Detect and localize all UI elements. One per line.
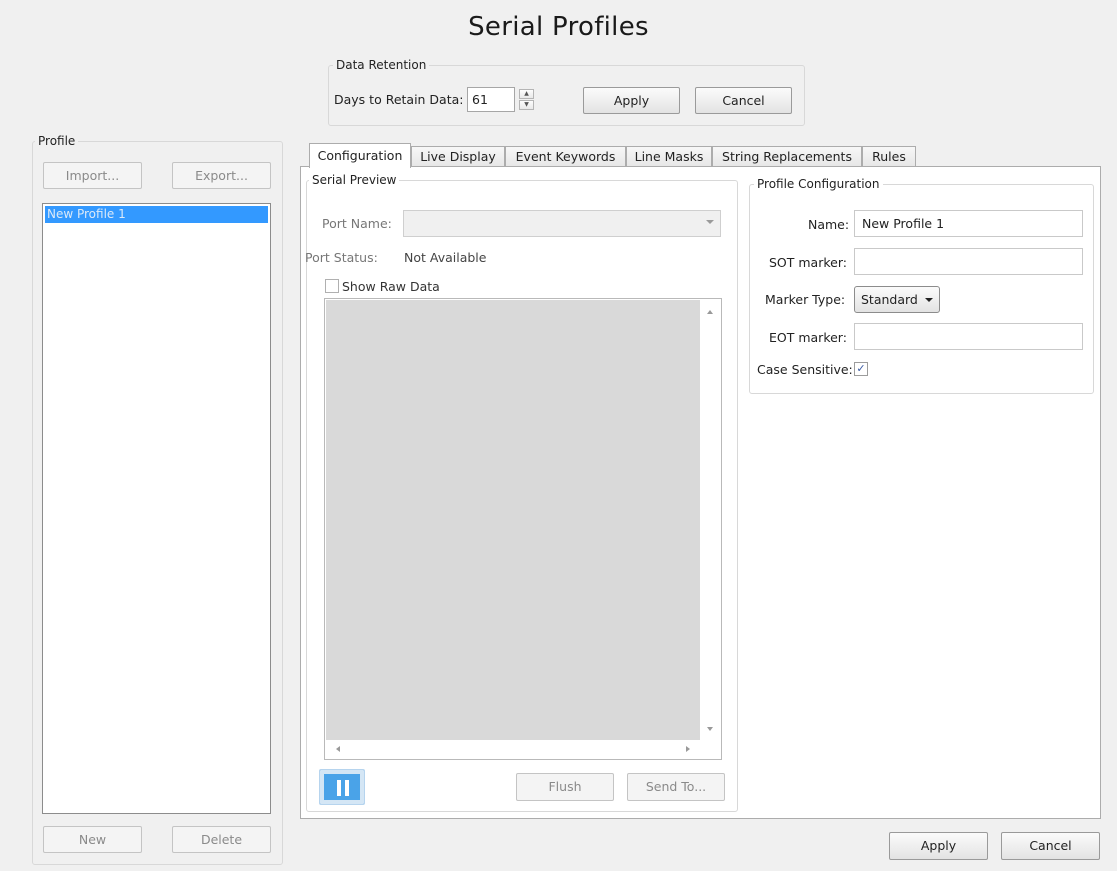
marker-type-dropdown[interactable]: Standard [854,286,940,313]
days-spinner-down[interactable]: ▼ [519,100,534,110]
sot-marker-input[interactable] [854,248,1083,275]
tab-live-display[interactable]: Live Display [411,146,505,167]
serial-preview-area[interactable] [324,298,722,760]
scroll-right-icon[interactable] [686,746,690,752]
port-name-dropdown[interactable] [403,210,721,237]
horizontal-scrollbar[interactable] [326,741,700,758]
days-spinner-up[interactable]: ▲ [519,89,534,99]
tab-event-keywords[interactable]: Event Keywords [505,146,626,167]
delete-profile-button[interactable]: Delete [172,826,271,853]
days-to-retain-input[interactable]: 61 [467,87,515,112]
checkmark-icon: ✓ [856,362,866,375]
page-title: Serial Profiles [468,12,649,42]
tab-rules[interactable]: Rules [862,146,916,167]
sot-marker-label: SOT marker: [769,255,847,270]
data-retention-legend: Data Retention [336,58,427,72]
scroll-up-icon[interactable] [707,310,713,314]
export-button[interactable]: Export... [172,162,271,189]
chevron-down-icon [925,298,933,302]
chevron-down-icon [706,220,714,224]
show-raw-data-label[interactable]: Show Raw Data [342,279,440,294]
name-label: Name: [808,217,850,232]
scroll-down-icon[interactable] [707,727,713,731]
send-to-button[interactable]: Send To... [627,773,725,801]
tab-configuration[interactable]: Configuration [309,143,411,168]
marker-type-value: Standard [861,292,918,307]
port-name-label: Port Name: [322,216,392,231]
port-status-value: Not Available [404,250,487,265]
profile-configuration-legend: Profile Configuration [757,177,880,191]
scroll-left-icon[interactable] [336,746,340,752]
profile-legend: Profile [38,134,76,148]
days-to-retain-label: Days to Retain Data: [334,92,464,107]
footer-apply-button[interactable]: Apply [889,832,988,860]
tab-line-masks[interactable]: Line Masks [626,146,712,167]
case-sensitive-checkbox[interactable]: ✓ [854,362,868,376]
pause-button[interactable] [319,769,365,805]
footer-cancel-button[interactable]: Cancel [1001,832,1100,860]
case-sensitive-label: Case Sensitive: [757,362,853,377]
preview-content [326,300,700,740]
pause-icon-bar [345,780,349,796]
show-raw-data-checkbox[interactable] [325,279,339,293]
serial-preview-legend: Serial Preview [312,173,397,187]
eot-marker-label: EOT marker: [769,330,847,345]
pause-icon [337,780,341,796]
flush-button[interactable]: Flush [516,773,614,801]
profile-list-item[interactable]: New Profile 1 [45,206,268,223]
port-status-label: Port Status: [305,250,378,265]
import-button[interactable]: Import... [43,162,142,189]
vertical-scrollbar[interactable] [702,300,720,740]
tab-string-replacements[interactable]: String Replacements [712,146,862,167]
retention-cancel-button[interactable]: Cancel [695,87,792,114]
retention-apply-button[interactable]: Apply [583,87,680,114]
new-profile-button[interactable]: New [43,826,142,853]
marker-type-label: Marker Type: [765,292,846,307]
name-input[interactable]: New Profile 1 [854,210,1083,237]
profile-list[interactable]: New Profile 1 [42,203,271,814]
eot-marker-input[interactable] [854,323,1083,350]
